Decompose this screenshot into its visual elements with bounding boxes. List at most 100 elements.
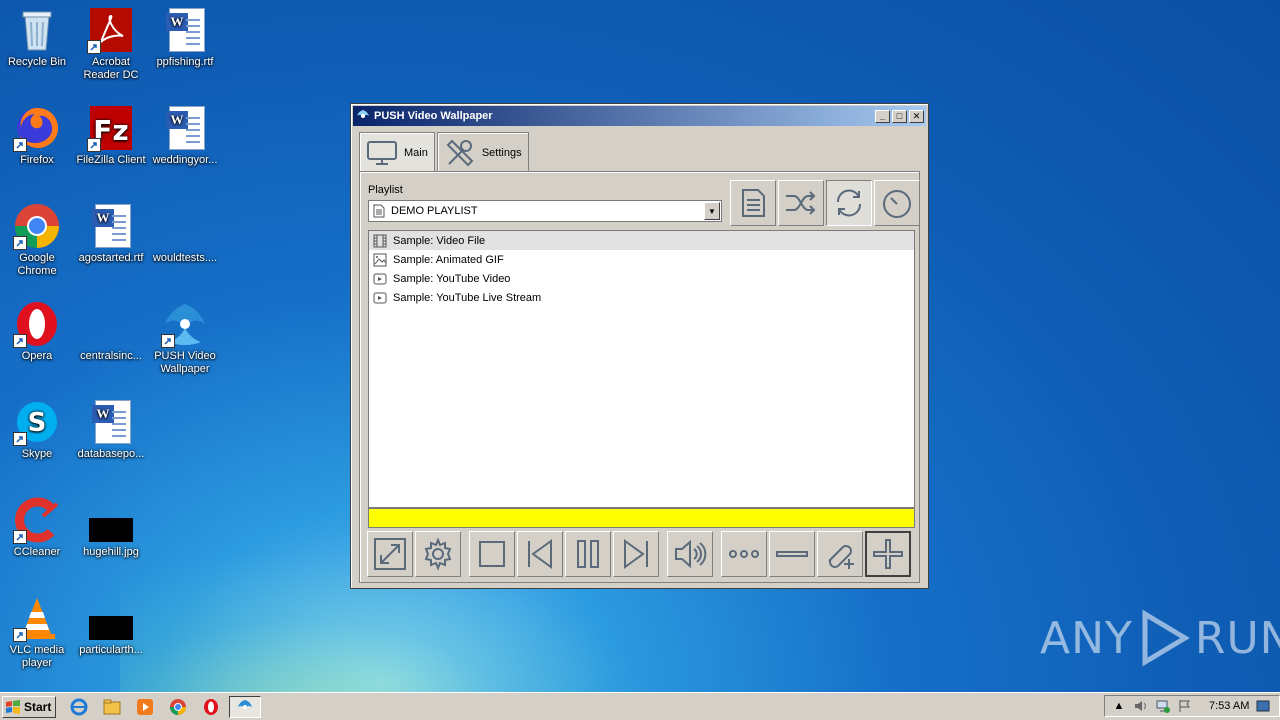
- remove-button[interactable]: [769, 531, 815, 577]
- add-link-button[interactable]: [817, 531, 863, 577]
- shortcut-arrow-icon: [87, 40, 101, 54]
- desktop-icon-opera[interactable]: Opera: [0, 300, 74, 363]
- pause-button[interactable]: [565, 531, 611, 577]
- maximize-button[interactable]: □: [892, 109, 907, 123]
- desktop-icon-label: Google Chrome: [17, 252, 57, 277]
- previous-button[interactable]: [517, 531, 563, 577]
- desktop-icon-wouldtests[interactable]: wouldtests....: [148, 202, 222, 265]
- desktop-icon-chrome[interactable]: Google Chrome: [0, 202, 74, 278]
- desktop-icon-label: PUSH Video Wallpaper: [154, 350, 216, 375]
- timer-button[interactable]: [874, 180, 920, 226]
- media-player-icon[interactable]: [134, 696, 156, 718]
- image-thumbnail-icon: [87, 496, 135, 544]
- playlist-edit-button[interactable]: [730, 180, 776, 226]
- player-controls: [367, 531, 913, 577]
- shortcut-arrow-icon: [13, 432, 27, 446]
- shuffle-button[interactable]: [778, 180, 824, 226]
- watermark-left-text: ANY: [1040, 612, 1133, 664]
- desktop-icon-skype[interactable]: S Skype: [0, 398, 74, 461]
- desktop-icon-label: VLC media player: [9, 644, 65, 669]
- next-button[interactable]: [613, 531, 659, 577]
- repeat-icon: [836, 189, 862, 217]
- taskbar-item-push-video-wallpaper[interactable]: [229, 695, 261, 718]
- desktop-icon-vlc[interactable]: VLC media player: [0, 594, 74, 670]
- document-icon: [373, 204, 385, 218]
- playlist-select[interactable]: DEMO PLAYLIST ▼: [368, 200, 722, 222]
- tab-settings[interactable]: Settings: [436, 132, 529, 172]
- watermark-right-text: RUN: [1194, 612, 1280, 664]
- desktop-icon-ppfishing[interactable]: W ppfishing.rtf: [148, 6, 222, 69]
- desktop-icon-agostarted[interactable]: W agostarted.rtf: [74, 202, 148, 265]
- desktop-icon-push-video-wallpaper[interactable]: PUSH Video Wallpaper: [148, 300, 222, 376]
- chevron-down-icon[interactable]: ▼: [704, 202, 720, 220]
- desktop-icon-weddingyor[interactable]: W weddingyor...: [148, 104, 222, 167]
- show-hidden-icons-icon[interactable]: ▲: [1111, 698, 1127, 714]
- internet-explorer-icon[interactable]: [68, 696, 90, 718]
- start-button[interactable]: Start: [2, 695, 56, 718]
- push-video-wallpaper-icon: [161, 300, 209, 348]
- desktop-icon-label: CCleaner: [13, 546, 61, 558]
- shortcut-arrow-icon: [13, 138, 27, 152]
- volume-icon[interactable]: [1133, 698, 1149, 714]
- playlist-items-list[interactable]: Sample: Video File Sample: Animated GIF …: [368, 230, 915, 508]
- stop-button[interactable]: [469, 531, 515, 577]
- desktop-icon-ccleaner[interactable]: CCleaner: [0, 496, 74, 559]
- shortcut-arrow-icon: [87, 138, 101, 152]
- desktop-icon-acrobat[interactable]: Acrobat Reader DC: [74, 6, 148, 82]
- push-video-wallpaper-icon: [238, 699, 252, 709]
- ccleaner-icon: [13, 496, 61, 544]
- desktop-icon-label: Firefox: [20, 154, 54, 166]
- network-icon[interactable]: [1155, 698, 1171, 714]
- app-icon: [357, 110, 369, 118]
- window-titlebar[interactable]: PUSH Video Wallpaper _ □ ✕: [353, 106, 926, 126]
- image-thumbnail-icon: [87, 594, 135, 642]
- volume-button[interactable]: [667, 531, 713, 577]
- desktop-icon-firefox[interactable]: Firefox: [0, 104, 74, 167]
- tab-bar: Main Settings: [359, 132, 531, 173]
- desktop-icon-label: hugehill.jpg: [83, 546, 139, 558]
- desktop-icon-particularth[interactable]: particularth...: [74, 594, 148, 657]
- skip-back-icon: [528, 539, 552, 569]
- loop-button[interactable]: [826, 180, 872, 226]
- desktop-icon-label: agostarted.rtf: [78, 252, 144, 264]
- desktop-icon-filezilla[interactable]: Fz FileZilla Client: [74, 104, 148, 167]
- fullscreen-button[interactable]: [367, 531, 413, 577]
- tools-icon: [446, 139, 474, 166]
- main-panel: Playlist DEMO PLAYLIST ▼ Sample: Video F…: [359, 171, 920, 583]
- desktop-icon-label: wouldtests....: [152, 252, 218, 264]
- gear-icon: [424, 537, 452, 571]
- list-item[interactable]: Sample: Animated GIF: [369, 250, 914, 269]
- list-item[interactable]: Sample: Video File: [369, 231, 914, 250]
- window-title: PUSH Video Wallpaper: [374, 110, 493, 122]
- desktop-icon-recycle-bin[interactable]: Recycle Bin: [0, 6, 74, 69]
- playlist-label: Playlist: [368, 184, 403, 196]
- action-center-flag-icon[interactable]: [1177, 698, 1193, 714]
- more-button[interactable]: [721, 531, 767, 577]
- minimize-button[interactable]: _: [875, 109, 890, 123]
- show-desktop-icon[interactable]: [1255, 698, 1271, 714]
- settings-button[interactable]: [415, 531, 461, 577]
- desktop-icon-hugehill[interactable]: hugehill.jpg: [74, 496, 148, 559]
- blank-file-icon: [161, 202, 209, 250]
- list-item[interactable]: Sample: YouTube Video: [369, 269, 914, 288]
- list-item[interactable]: Sample: YouTube Live Stream: [369, 288, 914, 307]
- desktop-icon-databasepo[interactable]: W databasepo...: [74, 398, 148, 461]
- playlist-select-value: DEMO PLAYLIST: [391, 205, 478, 217]
- add-button[interactable]: [865, 531, 911, 577]
- opera-icon[interactable]: [200, 696, 222, 718]
- vlc-cone-icon: [13, 594, 61, 642]
- desktop-icon-label: Opera: [21, 350, 53, 362]
- chrome-icon[interactable]: [167, 696, 189, 718]
- desktop-icon-centralsinc[interactable]: centralsinc...: [74, 300, 148, 363]
- expand-icon: [374, 538, 406, 570]
- file-explorer-icon[interactable]: [101, 696, 123, 718]
- tab-main[interactable]: Main: [359, 132, 435, 173]
- clock[interactable]: 7:53 AM: [1209, 700, 1249, 712]
- desktop-icon-label: weddingyor...: [152, 154, 218, 166]
- acrobat-reader-icon: [87, 6, 135, 54]
- start-label: Start: [24, 699, 52, 714]
- plus-icon: [873, 539, 903, 569]
- play-logo-icon: [1142, 609, 1190, 667]
- speaker-icon: [675, 539, 707, 569]
- close-button[interactable]: ✕: [909, 109, 924, 123]
